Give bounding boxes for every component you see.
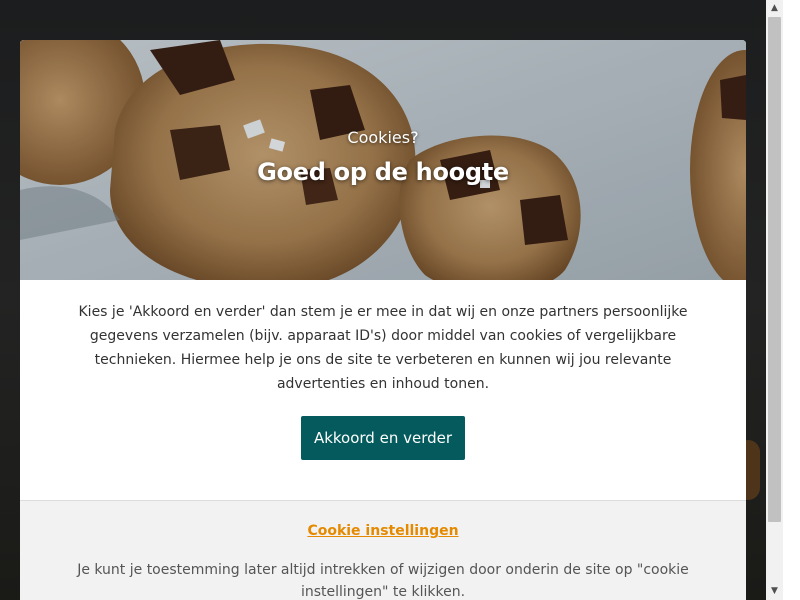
cookie-hero-image: Cookies? Goed op de hoogte: [20, 40, 746, 280]
accept-container: Akkoord en verder: [20, 416, 746, 460]
cookie-consent-modal: Cookies? Goed op de hoogte Kies je 'Akko…: [20, 40, 746, 600]
page-scrollbar[interactable]: ▲ ▼: [766, 0, 800, 600]
cookie-settings-link[interactable]: Cookie instellingen: [20, 523, 746, 539]
hero-subtitle: Cookies?: [347, 128, 419, 147]
consent-description: Kies je 'Akkoord en verder' dan stem je …: [78, 304, 688, 392]
hero-title: Goed op de hoogte: [257, 158, 509, 186]
triangle-down-icon[interactable]: ▼: [766, 583, 783, 600]
accept-button[interactable]: Akkoord en verder: [301, 416, 465, 460]
consent-footer: Cookie instellingen Je kunt je toestemmi…: [20, 500, 746, 600]
consent-footer-note: Je kunt je toestemming later altijd intr…: [77, 562, 689, 600]
triangle-up-icon[interactable]: ▲: [766, 0, 783, 17]
scrollbar-gutter: [783, 0, 800, 600]
scrollbar-thumb[interactable]: [768, 17, 781, 522]
